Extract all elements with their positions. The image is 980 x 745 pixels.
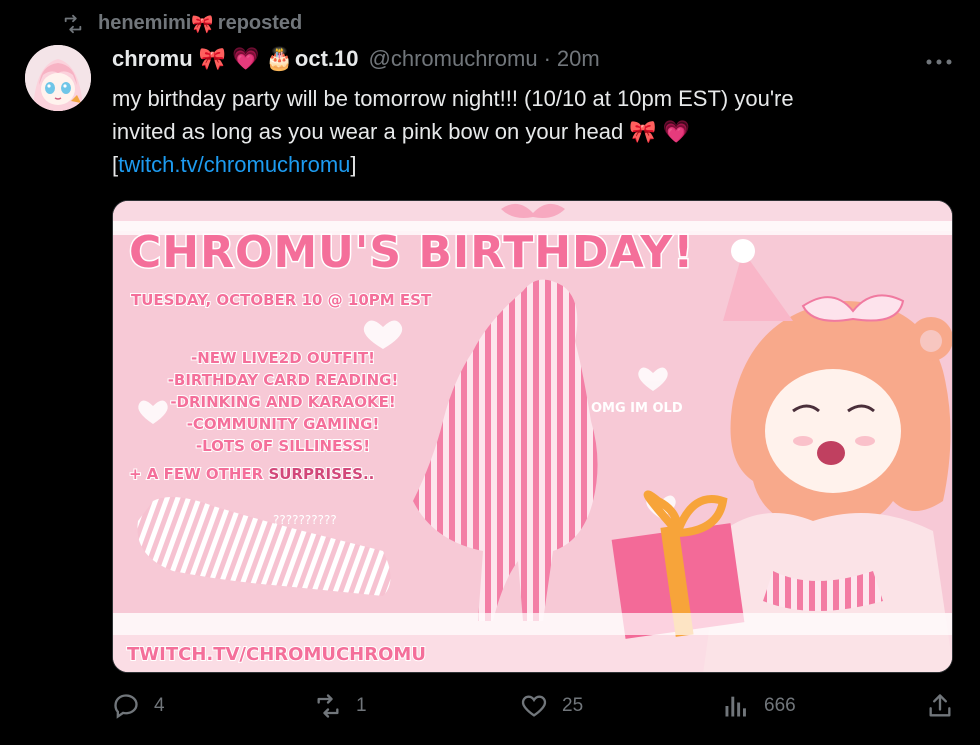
repost-label: reposted: [217, 12, 303, 34]
separator-dot: ·: [543, 46, 551, 71]
tweet-header: chromu 🎀 💗 🎂 oct.10 @chromuchromu · 20m: [112, 46, 600, 72]
author-date-tag[interactable]: oct.10: [295, 46, 359, 72]
heart-icon: [521, 695, 547, 717]
tweet-emojis: 🎀 💗: [629, 119, 691, 144]
avatar[interactable]: [25, 45, 91, 111]
view-count: 666: [764, 695, 796, 716]
tweet-line-2-text: invited as long as you wear a pink bow o…: [112, 119, 624, 144]
repost-button[interactable]: 1: [314, 692, 367, 720]
share-button[interactable]: [926, 692, 954, 720]
views-button[interactable]: 666: [722, 692, 796, 720]
more-options-icon[interactable]: [925, 58, 953, 66]
heart-badge-emoji: 💗: [232, 46, 260, 71]
author-name[interactable]: chromu: [112, 46, 193, 72]
card-item-1: -NEW LIVE2D OUTFIT!: [190, 348, 376, 368]
card-item-3: -DRINKING AND KARAOKE!: [169, 392, 396, 412]
repost-icon: [317, 694, 339, 718]
reply-count: 4: [154, 695, 165, 716]
reply-icon: [114, 694, 138, 719]
reply-button[interactable]: 4: [112, 692, 165, 720]
card-mystery: ??????????: [273, 513, 337, 527]
card-extra-word: SURPRISES..: [267, 464, 375, 484]
repost-indicator[interactable]: henemimi 🎀 reposted: [62, 12, 302, 35]
card-date: TUESDAY, OCTOBER 10 @ 10PM EST: [130, 290, 432, 310]
repost-icon: [64, 14, 82, 33]
tweet-line-2: invited as long as you wear a pink bow o…: [112, 115, 952, 148]
bow-badge-emoji: 🎀: [198, 46, 227, 71]
card-footer: TWITCH.TV/CHROMUCHROMU: [126, 643, 427, 666]
tweet-line-3: [twitch.tv/chromuchromu]: [112, 148, 952, 181]
like-button[interactable]: 25: [520, 692, 583, 720]
post-time[interactable]: 20m: [557, 46, 600, 72]
card-item-5: -LOTS OF SILLINESS!: [195, 436, 371, 456]
card-item-4: -COMMUNITY GAMING!: [186, 414, 381, 434]
bow-emoji: 🎀: [191, 13, 214, 34]
card-extra: + A FEW OTHER SURPRISES..: [128, 464, 375, 484]
cake-badge-emoji: 🎂: [265, 46, 293, 71]
card-items: -NEW LIVE2D OUTFIT! -BIRTHDAY CARD READI…: [143, 347, 423, 457]
bracket-close: ]: [350, 152, 357, 177]
card-item-2: -BIRTHDAY CARD READING!: [167, 370, 400, 390]
like-count: 25: [562, 695, 584, 716]
twitch-link[interactable]: twitch.tv/chromuchromu: [118, 152, 350, 177]
repost-count: 1: [356, 695, 367, 716]
action-bar: 4 1 25 666: [112, 692, 952, 732]
author-handle[interactable]: @chromuchromu: [369, 46, 538, 72]
tweet-line-1: my birthday party will be tomorrow night…: [112, 86, 794, 111]
tweet-media-image[interactable]: CHROMU'S BIRTHDAY! TUESDAY, OCTOBER 10 @…: [112, 200, 953, 673]
card-side-note: OMG IM OLD: [591, 401, 683, 416]
card-extra-prefix: + A FEW OTHER: [128, 464, 264, 484]
analytics-icon: [725, 696, 746, 717]
tweet-text: my birthday party will be tomorrow night…: [112, 82, 952, 181]
repost-user[interactable]: henemimi: [98, 12, 191, 35]
share-icon: [929, 694, 951, 717]
card-title: CHROMU'S BIRTHDAY!: [127, 226, 695, 280]
